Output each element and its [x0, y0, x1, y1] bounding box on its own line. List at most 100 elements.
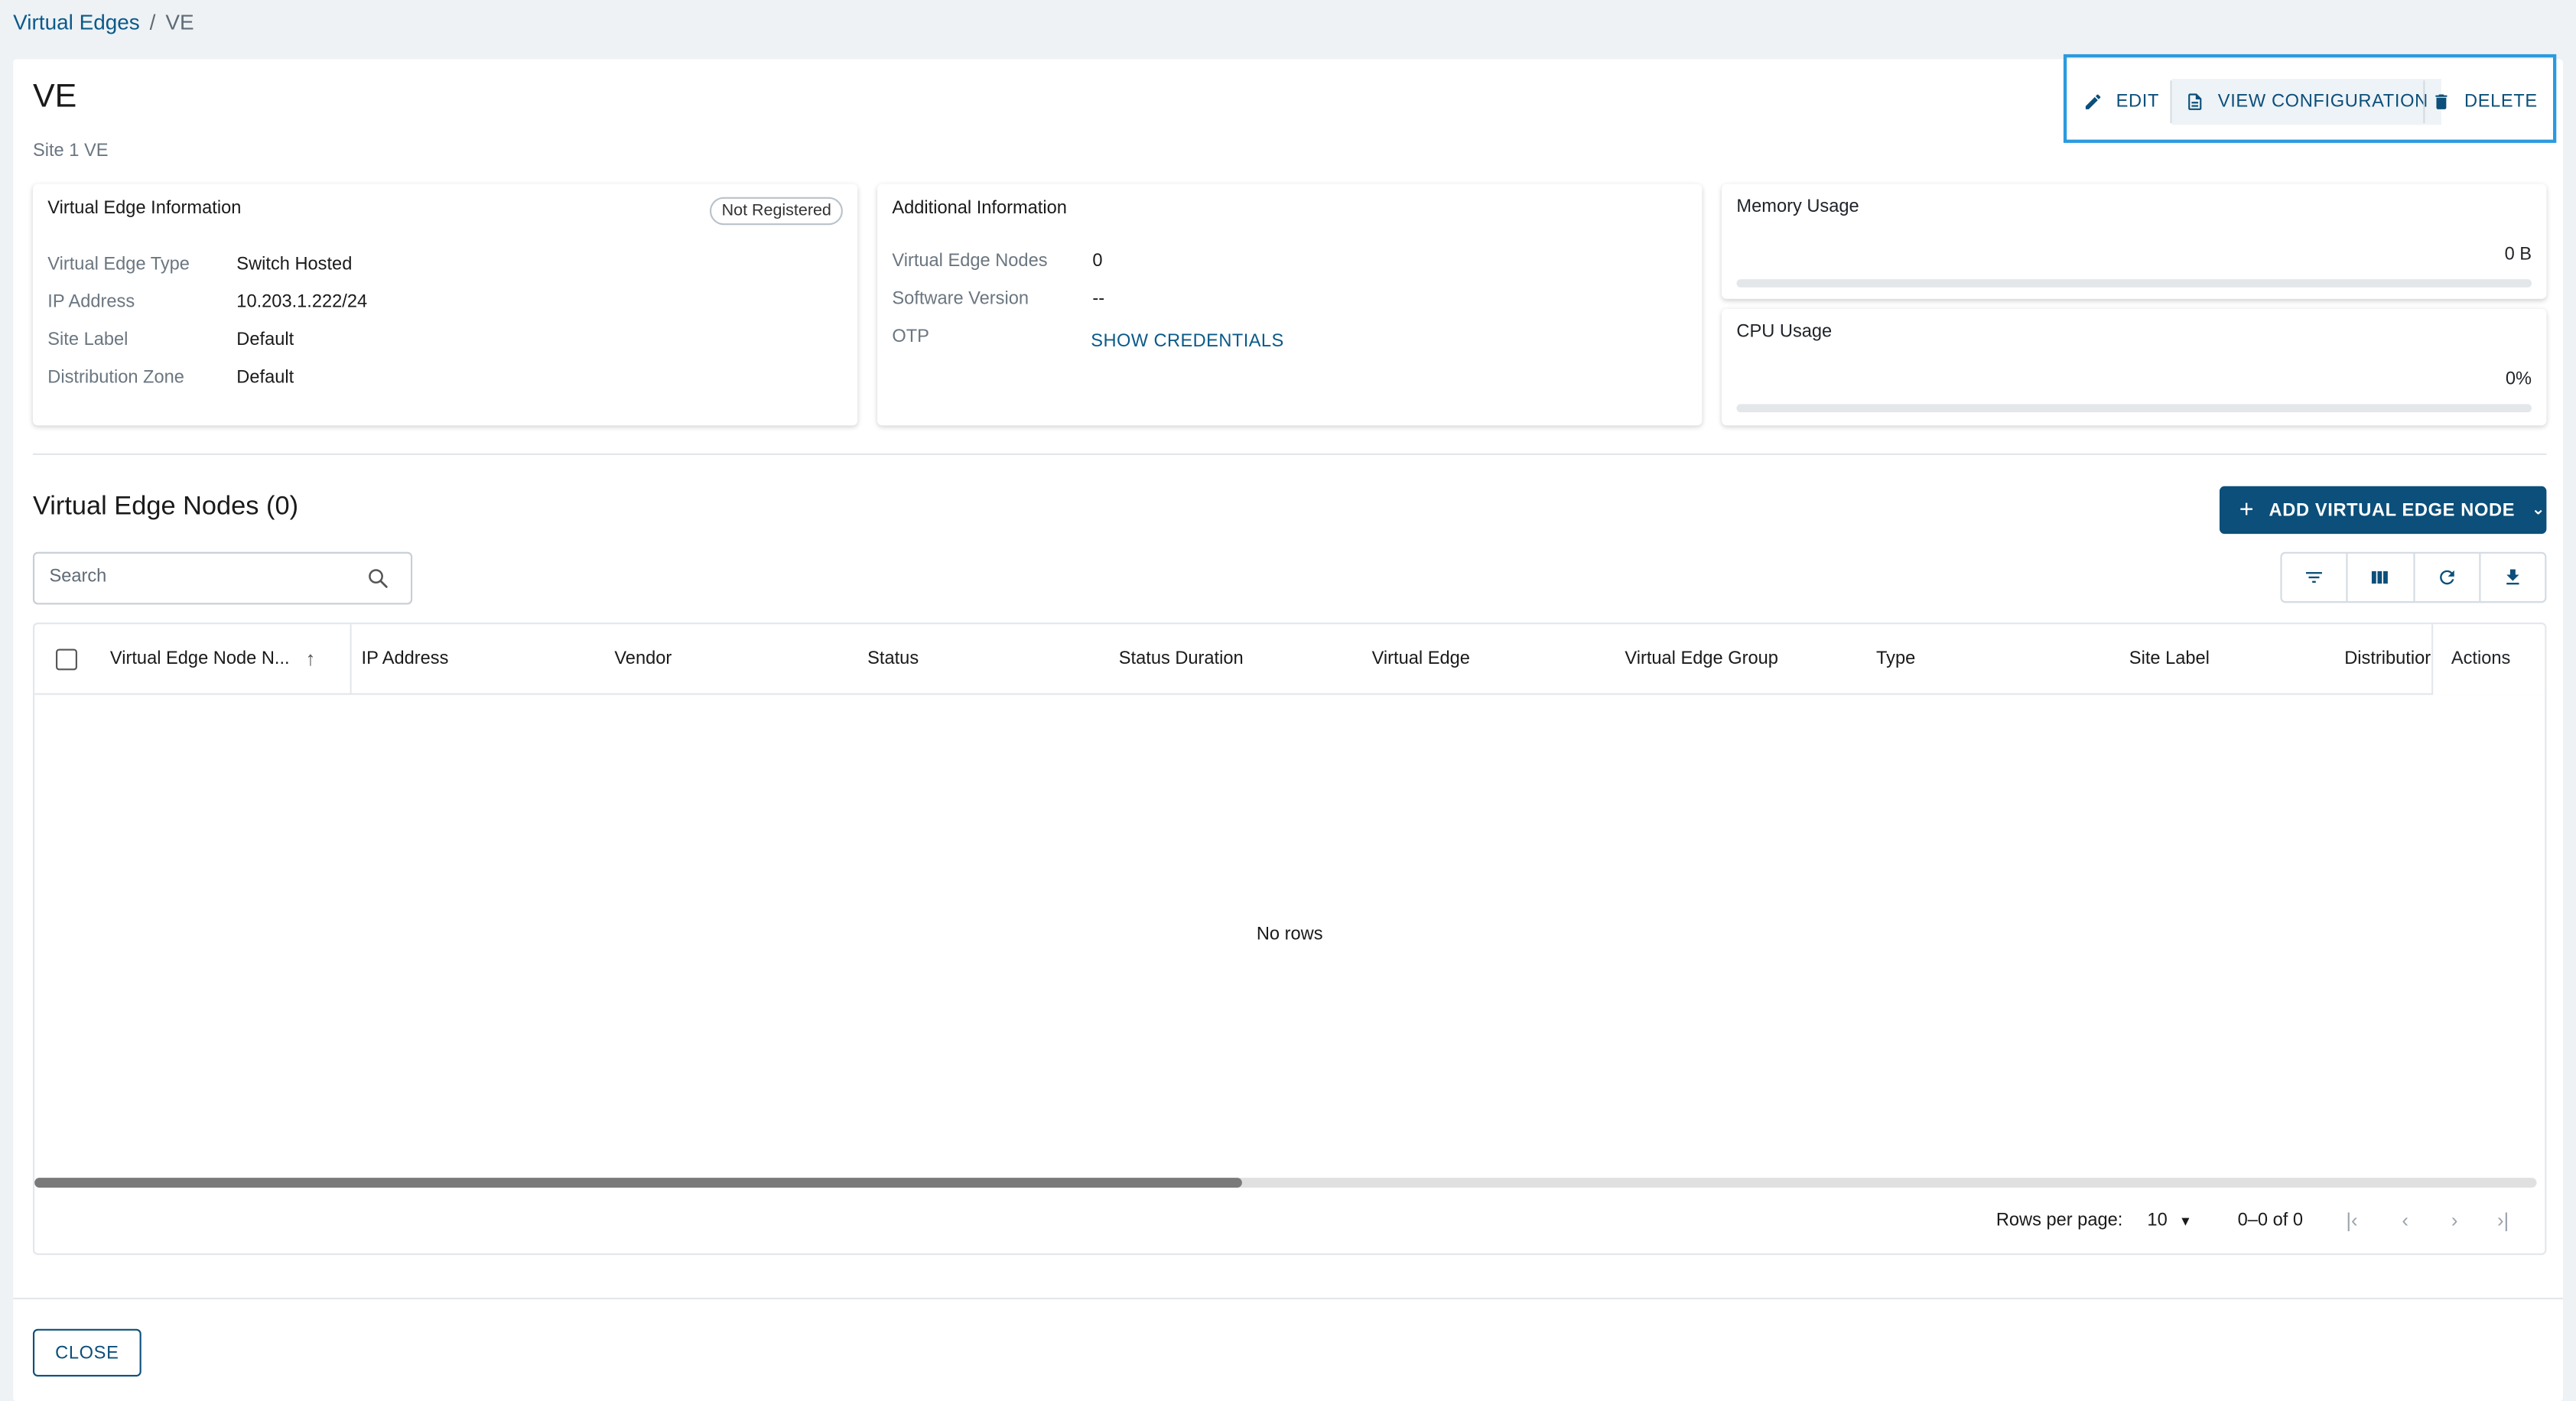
- column-header-site-label[interactable]: Site Label: [2129, 648, 2210, 668]
- refresh-icon: [2439, 570, 2454, 585]
- info-label: OTP: [892, 327, 929, 347]
- info-row-ip: IP Address 10.203.1.222/24: [47, 292, 367, 313]
- edit-button[interactable]: EDIT: [2083, 79, 2159, 125]
- pagination-range: 0–0 of 0: [2237, 1211, 2303, 1230]
- first-page-icon[interactable]: |‹: [2346, 1209, 2357, 1232]
- rows-per-page-value: 10: [2147, 1211, 2168, 1230]
- card-title: Memory Usage: [1736, 197, 1859, 217]
- column-header-status-duration[interactable]: Status Duration: [1119, 648, 1244, 668]
- pencil-icon: [2085, 94, 2101, 109]
- grid-toolbar: [2280, 551, 2547, 603]
- info-row-nodes: Virtual Edge Nodes 0: [892, 251, 1102, 271]
- divider: [32, 453, 2547, 455]
- search-input[interactable]: [49, 567, 346, 587]
- breadcrumb-virtual-edges-link[interactable]: Virtual Edges: [13, 10, 140, 34]
- breadcrumb: Virtual Edges / VE: [13, 10, 194, 34]
- detail-panel: VE Site 1 VE EDIT VIEW CONFIGURATION DEL…: [13, 54, 2563, 1401]
- nodes-section-title: Virtual Edge Nodes (0): [32, 492, 299, 521]
- page-title: VE: [32, 79, 77, 115]
- column-separator[interactable]: [350, 624, 352, 695]
- search-field[interactable]: [32, 551, 413, 605]
- breadcrumb-separator: /: [149, 9, 156, 35]
- sort-up-icon[interactable]: ↑: [306, 647, 316, 670]
- filter-button[interactable]: [2282, 553, 2349, 602]
- last-page-icon[interactable]: ›|: [2497, 1209, 2509, 1232]
- document-icon: [2188, 93, 2202, 110]
- info-label: IP Address: [47, 292, 135, 313]
- delete-button[interactable]: DELETE: [2431, 79, 2538, 125]
- info-row-otp: OTP SHOW CREDENTIALS: [892, 327, 1283, 351]
- toolbar-divider: [2423, 80, 2425, 124]
- info-row-type: Virtual Edge Type Switch Hosted: [47, 254, 352, 275]
- edit-label: EDIT: [2116, 92, 2160, 112]
- memory-progress-bar: [1736, 279, 2532, 288]
- rows-per-page-label: Rows per page:: [1995, 1211, 2123, 1230]
- columns-icon: [2372, 570, 2389, 584]
- search-icon[interactable]: [366, 567, 389, 590]
- cpu-value: 0%: [2505, 369, 2532, 390]
- cpu-progress-bar: [1736, 404, 2532, 413]
- actions-label: Actions: [2451, 648, 2511, 669]
- dropdown-arrow-icon: ▼: [2178, 1214, 2192, 1229]
- info-label: Distribution Zone: [47, 368, 184, 388]
- column-header-vendor[interactable]: Vendor: [614, 648, 672, 668]
- info-value: 10.203.1.222/24: [236, 292, 368, 313]
- card-title: CPU Usage: [1736, 322, 1833, 342]
- download-icon: [2506, 569, 2519, 585]
- close-button[interactable]: CLOSE: [32, 1328, 141, 1377]
- view-configuration-button[interactable]: VIEW CONFIGURATION: [2171, 79, 2441, 125]
- show-credentials-link[interactable]: SHOW CREDENTIALS: [1091, 332, 1283, 352]
- empty-state-text: No rows: [1256, 925, 1323, 945]
- info-value: Default: [236, 330, 294, 350]
- next-page-icon[interactable]: ›: [2451, 1209, 2458, 1232]
- delete-label: DELETE: [2464, 92, 2538, 112]
- column-header-ip-address[interactable]: IP Address: [362, 648, 449, 668]
- column-header-type[interactable]: Type: [1876, 648, 1915, 668]
- scrollbar-thumb[interactable]: [34, 1178, 1242, 1188]
- page-root: Virtual Edges / VE VE Site 1 VE EDIT VIEW …: [0, 0, 2576, 1401]
- horizontal-scrollbar[interactable]: [34, 1178, 2537, 1188]
- info-label: Software Version: [892, 289, 1029, 309]
- info-row-software: Software Version --: [892, 289, 1104, 309]
- status-badge: Not Registered: [710, 197, 843, 226]
- rows-per-page-select[interactable]: 10 ▼: [2147, 1211, 2191, 1230]
- filter-icon: [2306, 572, 2323, 583]
- view-configuration-label: VIEW CONFIGURATION: [2217, 92, 2428, 112]
- column-header-node-name[interactable]: Virtual Edge Node N...: [110, 648, 290, 668]
- breadcrumb-current: VE: [165, 9, 194, 35]
- column-header-virtual-edge-group[interactable]: Virtual Edge Group: [1625, 648, 1778, 668]
- info-value: Switch Hosted: [236, 254, 353, 275]
- add-node-label: ADD VIRTUAL EDGE NODE: [2269, 500, 2516, 520]
- additional-info-card: Additional Information Virtual Edge Node…: [877, 184, 1703, 426]
- action-toolbar: EDIT VIEW CONFIGURATION DELETE: [2063, 54, 2557, 143]
- info-row-zone: Distribution Zone Default: [47, 368, 294, 388]
- info-label: Virtual Edge Nodes: [892, 251, 1048, 271]
- info-value: --: [1092, 289, 1105, 309]
- virtual-edge-info-card: Virtual Edge Information Not Registered …: [32, 184, 858, 426]
- card-title: Additional Information: [892, 198, 1067, 219]
- prev-page-icon[interactable]: ‹: [2402, 1209, 2408, 1232]
- columns-button[interactable]: [2348, 553, 2415, 602]
- column-header-virtual-edge[interactable]: Virtual Edge: [1372, 648, 1470, 668]
- column-header-status[interactable]: Status: [867, 648, 919, 668]
- card-title: Virtual Edge Information: [47, 198, 242, 219]
- download-button[interactable]: [2480, 554, 2545, 601]
- cpu-usage-card: CPU Usage 0%: [1722, 308, 2547, 426]
- refresh-button[interactable]: [2414, 553, 2480, 602]
- info-value: 0: [1092, 251, 1103, 271]
- page-subtitle: Site 1 VE: [32, 141, 109, 161]
- select-all-checkbox[interactable]: [56, 648, 77, 671]
- trash-icon: [2435, 94, 2448, 109]
- info-label: Site Label: [47, 330, 128, 350]
- nodes-data-grid: Virtual Edge Node N... ↑ IP Address Vend…: [32, 622, 2547, 1256]
- column-header-distribution[interactable]: Distributior: [2344, 648, 2431, 668]
- column-header-actions: Actions: [2431, 624, 2545, 695]
- memory-usage-card: Memory Usage 0 B: [1722, 184, 2547, 299]
- info-value: Default: [236, 368, 294, 388]
- info-label: Virtual Edge Type: [47, 254, 190, 275]
- footer-divider: [13, 1297, 2563, 1300]
- add-virtual-edge-node-button[interactable]: + ADD VIRTUAL EDGE NODE ⌄: [2219, 486, 2547, 535]
- plus-icon: +: [2239, 496, 2255, 525]
- grid-header: Virtual Edge Node N... ↑ IP Address Vend…: [34, 624, 2545, 695]
- info-row-site-label: Site Label Default: [47, 330, 294, 350]
